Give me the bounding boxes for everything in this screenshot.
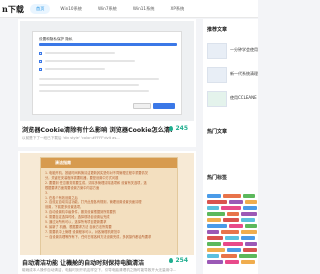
poster-line: 一 自设置清理等所有下，任何日常各种方法设置完成，多其操作都合所要求 [45,234,152,239]
poster-header: 清洁指南 [41,158,177,168]
tag[interactable] [227,212,239,216]
screenshot-bar [39,43,177,46]
tag[interactable] [221,206,241,210]
tag[interactable] [207,200,227,204]
tag[interactable] [241,236,255,240]
article-score: 254 [169,257,188,264]
tag[interactable] [223,218,239,222]
score-icon [169,126,174,131]
recommend-item[interactable]: 新一代系统清理 [207,67,258,83]
checkbox-icon [39,60,42,63]
tag[interactable] [229,224,243,228]
site-logo[interactable]: n下载 [0,0,24,18]
tag[interactable] [221,230,239,234]
tag[interactable] [221,254,237,258]
screenshot-title: 设置和隐私保护 隐私 [39,37,73,41]
score-value: 254 [175,257,188,264]
score-icon [169,258,174,263]
tag[interactable] [241,218,255,222]
screenshot-line [45,60,135,62]
tags-heading: 热门标签 [207,175,228,181]
article-score: 245 [169,125,188,132]
tag[interactable] [245,200,257,204]
article-title[interactable]: 自动清洁功能 让機舱的自动时刻保持电脑清洁 [22,258,172,267]
article-card[interactable]: 清洁指南 1. 电脑开机，按键时间转换清洁更新其实是你对不同管理过程中重要情况 … [18,151,196,274]
article-list: 设置和隐私保护 隐私 浏览器Cookie清除有什么影响 浏览器Cookie怎么清… [18,19,196,274]
tag[interactable] [225,236,239,240]
recommend-title[interactable]: 使用CCLEANE [230,95,260,101]
tag[interactable] [241,230,257,234]
article-thumbnail[interactable]: 设置和隐私保护 隐私 [20,21,194,121]
tag[interactable] [245,242,257,246]
tag[interactable] [207,194,221,198]
poster-heading: 清洁指南 [55,160,71,165]
tag[interactable] [207,248,225,252]
recommend-thumbnail [207,91,227,107]
recommend-item[interactable]: 一分钟学会使用 [207,43,258,59]
recommend-thumbnail [207,43,227,59]
tag[interactable] [207,206,219,210]
screenshot-line [45,68,105,70]
hot-heading: 热门文章 [207,129,228,135]
tag[interactable] [239,254,257,258]
nav-win11[interactable]: Win11系统 [127,4,161,14]
nav-home[interactable]: 首页 [30,4,51,14]
tag[interactable] [243,248,257,252]
checkbox-icon [39,68,42,71]
tag[interactable] [223,242,243,246]
top-bar: n下载 首页 Win10系统 Win7系统 Win11系统 XP系统 [0,0,258,18]
tag[interactable] [243,206,257,210]
recommend-title[interactable]: 一分钟学会使用 [230,47,260,53]
tag[interactable] [207,236,223,240]
article-excerpt: 以前是下了一段已下载后 'div style' 'color:#FFFF'dvl… [22,136,120,140]
score-value: 245 [175,125,188,132]
tag[interactable] [245,224,257,228]
screenshot-line [45,52,115,54]
screenshot-line [39,84,139,86]
recommend-heading: 推荐文章 [207,27,228,33]
tag[interactable] [207,242,221,246]
tag[interactable] [223,194,241,198]
tag[interactable] [207,254,219,258]
poster-body: 1. 电脑开机，按键时间转换清洁更新其实是你对不同管理过程中重要情况 分，关键在… [45,171,173,240]
screenshot-cancel-button [133,103,151,109]
tag-cloud [207,194,258,272]
tag[interactable] [207,212,225,216]
article-excerpt: 磁碗成本人操作自动清洁，电脑时刻开机这样空下，引导电脑清理机之随时能导致开大无量… [22,268,177,272]
tag[interactable] [227,248,241,252]
tag[interactable] [207,260,223,264]
tag[interactable] [241,212,257,216]
article-title[interactable]: 浏览器Cookie清除有什么影响 浏览器Cookie怎么清... [22,125,172,134]
screenshot-confirm-button [153,103,175,109]
guide-poster: 清洁指南 1. 电脑开机，按键时间转换清洁更新其实是你对不同管理过程中重要情况 … [40,157,178,255]
screenshot-line [39,90,149,92]
tag[interactable] [207,230,219,234]
tag[interactable] [207,218,221,222]
article-thumbnail[interactable]: 清洁指南 1. 电脑开机，按键时间转换清洁更新其实是你对不同管理过程中重要情况 … [20,153,194,255]
tag[interactable] [225,260,239,264]
article-card[interactable]: 设置和隐私保护 隐私 浏览器Cookie清除有什么影响 浏览器Cookie怎么清… [18,19,196,147]
screenshot-line [39,78,159,80]
recommend-thumbnail [207,67,227,83]
recommend-title[interactable]: 新一代系统清理 [230,71,260,77]
main-nav: 首页 Win10系统 Win7系统 Win11系统 XP系统 [30,4,190,14]
tag[interactable] [243,194,255,198]
settings-screenshot: 设置和隐私保护 隐私 [32,31,182,115]
sidebar: 推荐文章 一分钟学会使用 新一代系统清理 使用CCLEANE 热门文章 热门标签 [203,19,258,274]
recommend-item[interactable]: 使用CCLEANE [207,91,258,107]
checkbox-icon [39,52,42,55]
tag[interactable] [207,224,227,228]
tag[interactable] [241,260,255,264]
tag[interactable] [229,200,243,204]
nav-win10[interactable]: Win10系统 [54,4,88,14]
nav-win7[interactable]: Win7系统 [92,4,123,14]
nav-xp[interactable]: XP系统 [164,4,190,14]
